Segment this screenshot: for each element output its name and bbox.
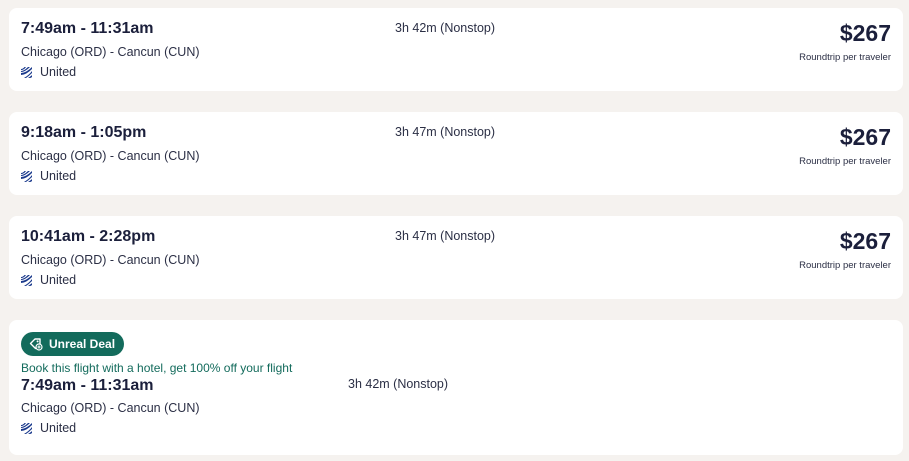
flight-result-card[interactable]: 10:41am - 2:28pm Chicago (ORD) - Cancun … <box>9 216 903 299</box>
price-note: Roundtrip per traveler <box>799 52 891 63</box>
airline-info: United <box>21 421 76 435</box>
airline-name: United <box>40 273 77 287</box>
flight-times: 7:49am - 11:31am <box>21 20 154 37</box>
airline-name: United <box>40 65 77 79</box>
flight-duration: 3h 42m (Nonstop) <box>395 21 496 35</box>
airline-name: United <box>40 421 77 435</box>
deal-flight-card[interactable]: Unreal Deal Book this flight with a hote… <box>9 320 903 455</box>
price-note: Roundtrip per traveler <box>799 156 891 167</box>
price-note: Roundtrip per traveler <box>799 260 891 271</box>
united-airlines-logo-icon <box>21 422 32 434</box>
flight-route: Chicago (ORD) - Cancun (CUN) <box>21 149 200 163</box>
flight-times: 9:18am - 1:05pm <box>21 124 147 141</box>
flight-result-card[interactable]: 7:49am - 11:31am Chicago (ORD) - Cancun … <box>9 8 903 91</box>
deal-tag-icon <box>29 337 43 351</box>
flight-price: $267 <box>839 124 891 150</box>
badge-label: Unreal Deal <box>49 337 116 351</box>
flight-duration: 3h 47m (Nonstop) <box>395 125 496 139</box>
flight-times: 10:41am - 2:28pm <box>21 228 156 245</box>
flight-result-card[interactable]: 9:18am - 1:05pm Chicago (ORD) - Cancun (… <box>9 112 903 195</box>
airline-info: United <box>21 65 76 79</box>
united-airlines-logo-icon <box>21 170 32 182</box>
airline-name: United <box>40 169 77 183</box>
flight-route: Chicago (ORD) - Cancun (CUN) <box>21 45 200 59</box>
deal-description: Book this flight with a hotel, get 100% … <box>21 361 293 375</box>
flight-times: 7:49am - 11:31am <box>21 377 154 394</box>
flight-price: $267 <box>839 20 891 46</box>
flight-price: $267 <box>839 228 891 254</box>
unreal-deal-badge: Unreal Deal <box>21 332 125 356</box>
flight-duration: 3h 47m (Nonstop) <box>395 229 496 243</box>
flight-route: Chicago (ORD) - Cancun (CUN) <box>21 253 200 267</box>
airline-info: United <box>21 273 76 287</box>
flight-route: Chicago (ORD) - Cancun (CUN) <box>21 401 200 415</box>
united-airlines-logo-icon <box>21 274 32 286</box>
flight-duration: 3h 42m (Nonstop) <box>348 377 449 391</box>
united-airlines-logo-icon <box>21 66 32 78</box>
airline-info: United <box>21 169 76 183</box>
